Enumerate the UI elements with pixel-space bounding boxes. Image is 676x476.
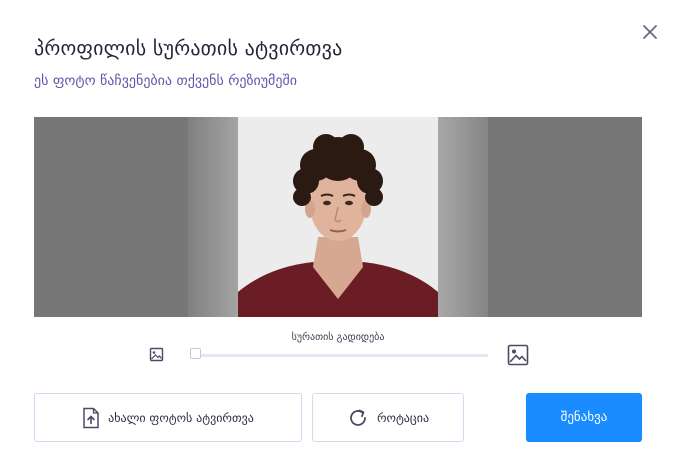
upload-button-label: ახალი ფოტოს ატვირთვა: [108, 410, 254, 425]
rotate-button-label: როტაცია: [376, 410, 430, 425]
crop-shade-right: [438, 117, 488, 317]
zoom-slider-track[interactable]: [190, 354, 488, 357]
image-large-icon[interactable]: [507, 344, 529, 366]
close-icon[interactable]: [639, 21, 661, 43]
rotate-button[interactable]: როტაცია: [312, 393, 464, 442]
zoom-slider-handle[interactable]: [190, 348, 201, 359]
save-button-label: შენახვა: [560, 410, 608, 425]
crop-shade-left: [188, 117, 238, 317]
upload-file-icon: [82, 407, 100, 429]
crop-area[interactable]: [34, 117, 642, 317]
save-button[interactable]: შენახვა: [526, 393, 642, 442]
zoom-label: სურათის გადიდება: [291, 332, 385, 343]
portrait-photo[interactable]: [238, 117, 438, 317]
dialog-title: პროფილის სურათის ატვირთვა: [34, 36, 343, 60]
upload-new-photo-button[interactable]: ახალი ფოტოს ატვირთვა: [34, 393, 302, 442]
upload-photo-modal: პროფილის სურათის ატვირთვა ეს ფოტო წაჩვენ…: [0, 0, 676, 476]
rotate-icon: [347, 407, 369, 429]
dialog-subtitle: ეს ფოტო წაჩვენებია თქვენს რეზიუმეში: [34, 73, 297, 89]
image-small-icon[interactable]: [149, 347, 164, 362]
